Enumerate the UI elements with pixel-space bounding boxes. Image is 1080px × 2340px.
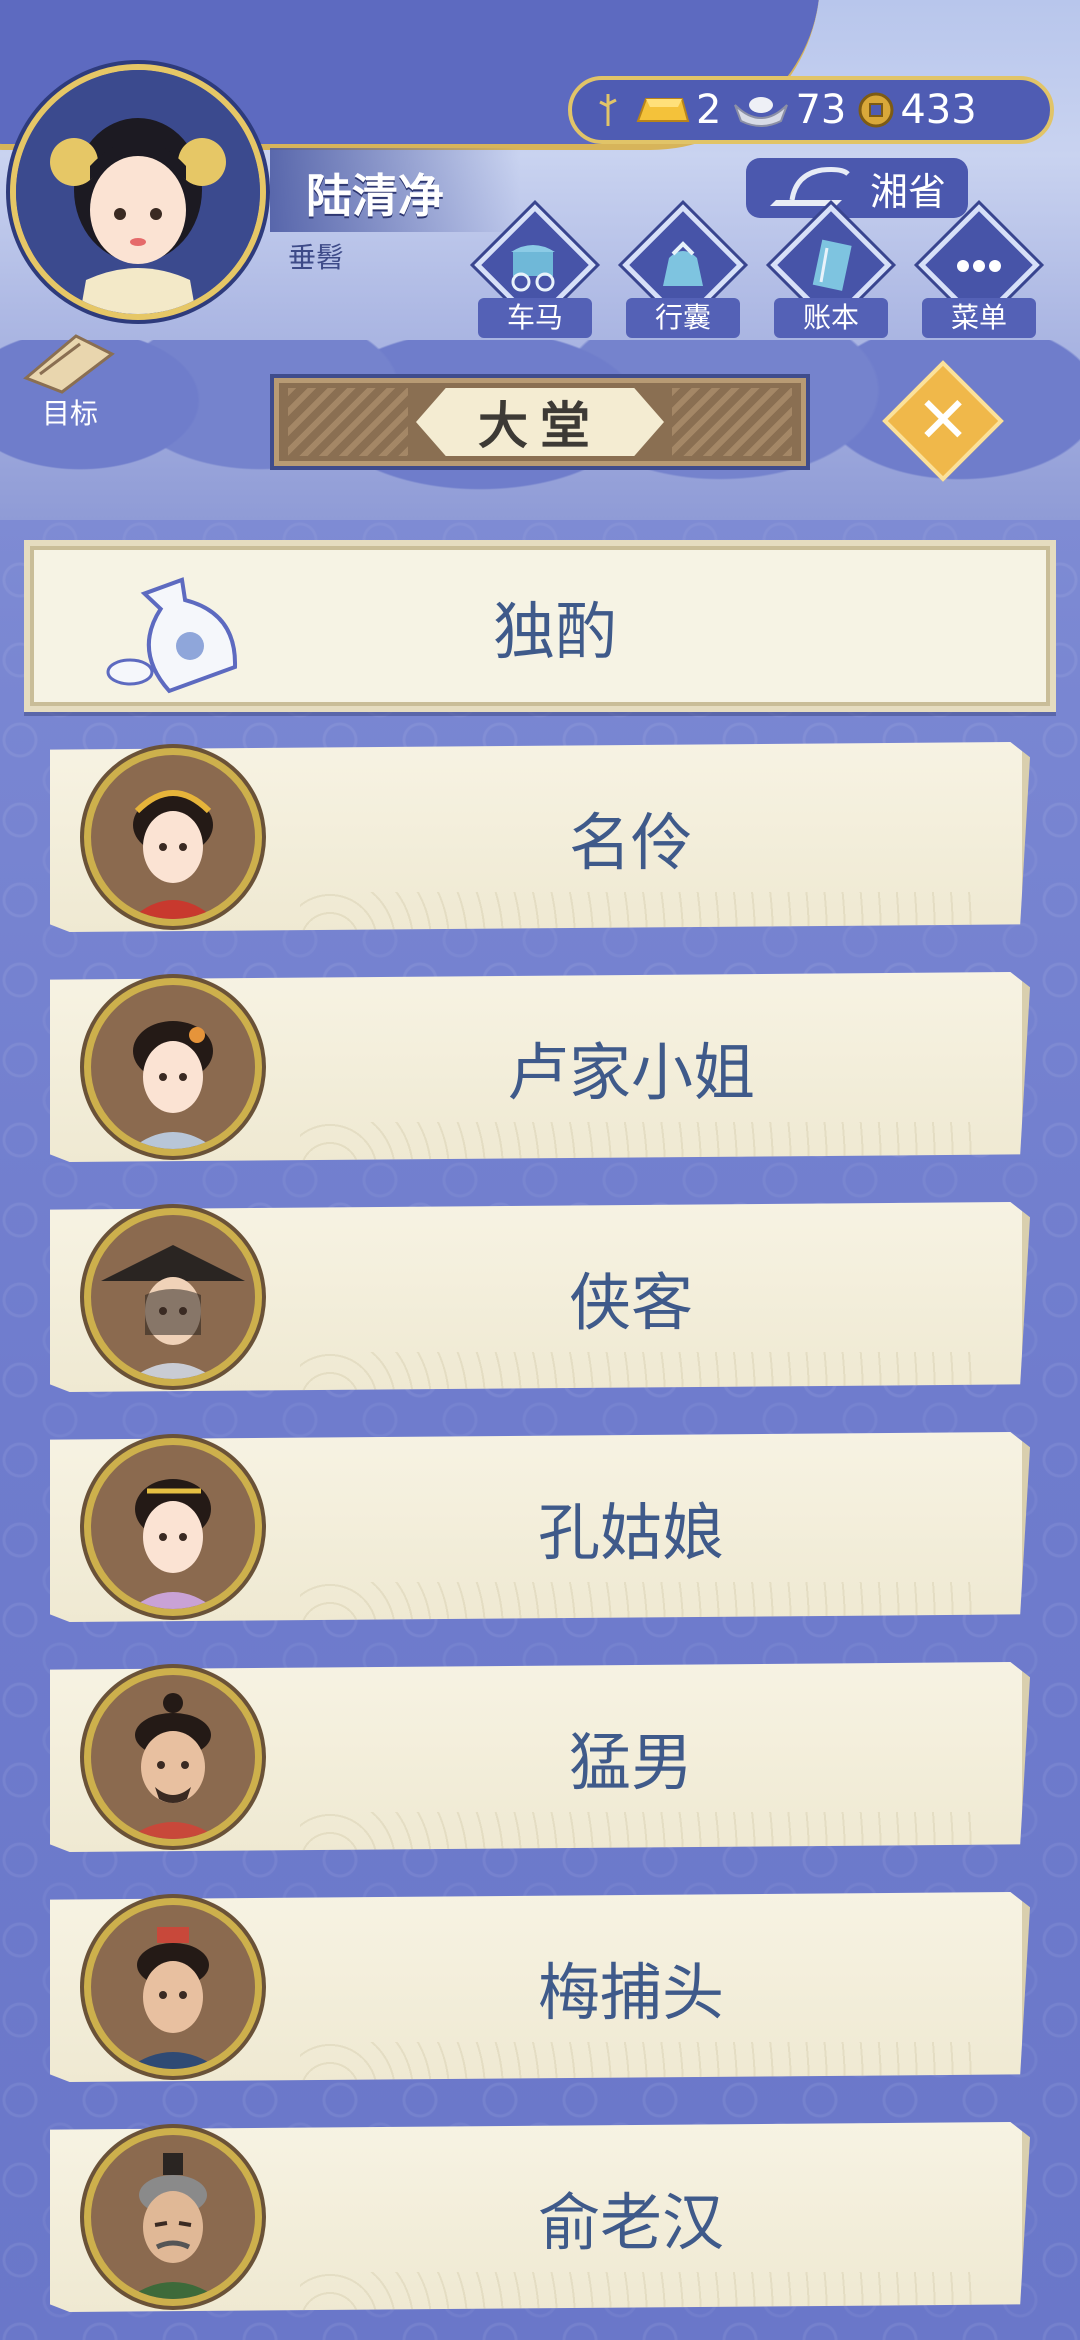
player-name: 陆清净 [306, 169, 444, 223]
ledger-icon [812, 239, 852, 291]
character-name: 猛男 [568, 1726, 693, 1799]
hall-title-plate: 大堂 [270, 374, 810, 470]
goal-button[interactable]: 目标 [16, 330, 126, 434]
character-portrait [84, 1668, 262, 1846]
drink-alone-label: 独酌 [492, 595, 617, 668]
gold-currency: 2 [632, 87, 721, 133]
scroll-icon [23, 334, 115, 394]
character-portrait [84, 1438, 262, 1616]
silver-amount: 73 [795, 87, 847, 133]
character-portrait [84, 1898, 262, 2076]
character-name: 侠客 [568, 1266, 693, 1339]
menu-label: 菜单 [922, 298, 1036, 338]
character-name: 名伶 [568, 806, 693, 879]
player-title: 垂髫 [288, 241, 345, 274]
player-portrait-icon [16, 70, 260, 314]
character-portrait [84, 748, 262, 926]
inkstone-icon [770, 167, 850, 206]
carriage-label: 车马 [478, 298, 592, 338]
bamboo-icon [599, 94, 617, 126]
constable-mei-portrait-icon [127, 1927, 219, 2069]
copper-coin-icon [858, 92, 894, 128]
bag-icon [663, 241, 703, 286]
character-name: 梅捕头 [537, 1956, 724, 2029]
character-portrait [84, 2128, 262, 2306]
currency-bar: 2 73 433 [568, 76, 1054, 144]
swordsman-portrait-icon [101, 1245, 245, 1379]
location-button[interactable]: 湘省 [746, 158, 968, 218]
character-name: 俞老汉 [537, 2186, 724, 2259]
character-portrait [84, 1208, 262, 1386]
gold-amount: 2 [696, 87, 722, 133]
ledger-button[interactable]: 账本 [766, 204, 896, 342]
ledger-label: 账本 [774, 298, 888, 338]
hall-ornament-right [672, 388, 792, 456]
hall-ornament-left [288, 388, 408, 456]
gold-bar-icon [636, 98, 690, 122]
drink-alone-option[interactable]: 独酌 [24, 540, 1056, 712]
player-avatar[interactable] [10, 64, 266, 320]
silver-ingot-icon [734, 97, 789, 127]
bag-button[interactable]: 行囊 [618, 204, 748, 342]
bag-label: 行囊 [626, 298, 740, 338]
hall-title: 大堂 [416, 388, 664, 456]
character-name: 孔姑娘 [537, 1496, 724, 1569]
more-dots-icon [957, 260, 1001, 272]
old-man-yu-portrait-icon [127, 2153, 219, 2299]
lady-lu-portrait-icon [131, 1021, 215, 1149]
coin-currency: 433 [856, 87, 977, 133]
carriage-icon [511, 245, 555, 292]
menu-button[interactable]: 菜单 [914, 204, 1044, 342]
coin-amount: 433 [900, 87, 977, 133]
character-portrait [84, 978, 262, 1156]
opera-singer-portrait-icon [131, 790, 215, 919]
close-icon[interactable]: ✕ [910, 384, 976, 458]
character-name: 卢家小姐 [506, 1036, 755, 1109]
silver-currency: 73 [731, 87, 846, 133]
miss-kong-portrait-icon [131, 1479, 215, 1609]
carriage-button[interactable]: 车马 [470, 204, 600, 342]
location-name: 湘省 [869, 169, 946, 214]
strongman-portrait-icon [127, 1693, 219, 1839]
goal-label: 目标 [42, 397, 99, 430]
